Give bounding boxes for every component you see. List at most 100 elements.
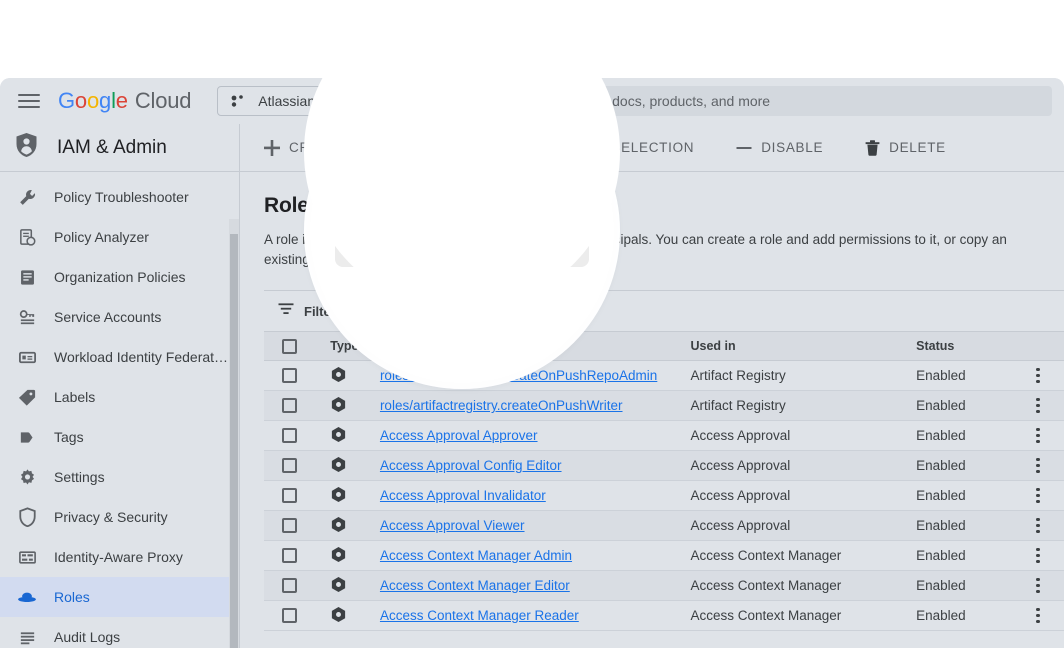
sidebar-nav-list: Policy Troubleshooter Policy Analyzer Or…	[0, 172, 239, 648]
sidebar: IAM & Admin Policy Troubleshooter Policy…	[0, 124, 240, 648]
table-body: roles/artifactregistry.createOnPushRepoA…	[264, 360, 1064, 631]
sidebar-item-service-accounts[interactable]: Service Accounts	[0, 297, 239, 337]
row-checkbox[interactable]	[282, 458, 297, 473]
document-lines-icon	[16, 266, 38, 288]
kebab-menu-icon[interactable]	[1030, 577, 1046, 594]
table-row[interactable]: Access Context Manager Editor Access Cont…	[264, 570, 1064, 601]
sidebar-item-settings[interactable]: Settings	[0, 457, 239, 497]
row-checkbox[interactable]	[282, 548, 297, 563]
sidebar-item-policy-analyzer[interactable]: Policy Analyzer	[0, 217, 239, 257]
row-title-cell: Access Approval Invalidator	[379, 480, 691, 511]
row-used-in-cell: Access Context Manager	[690, 600, 917, 631]
sidebar-scrollbar-thumb[interactable]	[230, 234, 238, 648]
table-row[interactable]: Access Context Manager Reader Access Cont…	[264, 600, 1064, 631]
row-actions-cell	[1030, 390, 1064, 421]
role-title-link[interactable]: Access Approval Approver	[380, 428, 538, 443]
logo-letter-g2: g	[99, 88, 112, 113]
kebab-menu-icon[interactable]	[1030, 607, 1046, 624]
role-title-link[interactable]: Access Context Manager Editor	[380, 578, 570, 593]
row-checkbox[interactable]	[282, 398, 297, 413]
role-title-link[interactable]: Access Context Manager Admin	[380, 548, 572, 563]
delete-button[interactable]: DELETE	[855, 132, 956, 164]
google-cloud-logo[interactable]: Google Cloud	[58, 88, 191, 114]
sidebar-item-label: Settings	[54, 469, 105, 485]
sidebar-item-policy-troubleshooter[interactable]: Policy Troubleshooter	[0, 177, 239, 217]
shield-person-icon	[14, 132, 39, 163]
sidebar-item-label: Policy Analyzer	[54, 229, 149, 245]
sidebar-item-label: Policy Troubleshooter	[54, 189, 189, 205]
row-type-cell	[330, 360, 380, 391]
role-hexagon-icon	[330, 396, 347, 416]
row-used-in-cell: Access Context Manager	[690, 540, 917, 571]
table-row[interactable]: Access Context Manager Admin Access Conte…	[264, 540, 1064, 571]
kebab-menu-icon[interactable]	[1030, 487, 1046, 504]
role-title-link[interactable]: Access Context Manager Reader	[380, 608, 579, 623]
row-select-cell	[264, 480, 331, 511]
row-select-cell	[264, 540, 331, 571]
kebab-menu-icon[interactable]	[1030, 457, 1046, 474]
row-actions-cell	[1030, 480, 1064, 511]
sidebar-title[interactable]: IAM & Admin	[0, 124, 239, 172]
row-checkbox[interactable]	[282, 518, 297, 533]
sidebar-item-identity-aware-proxy[interactable]: Identity-Aware Proxy	[0, 537, 239, 577]
zoomed-create-role-button[interactable]: CREATE ROLE	[335, 198, 589, 267]
wrench-icon	[16, 186, 38, 208]
row-select-cell	[264, 510, 331, 541]
logo-letter-o1: o	[74, 88, 87, 113]
role-title-link[interactable]: roles/artifactregistry.createOnPushWrite…	[380, 398, 623, 413]
role-hexagon-icon	[330, 426, 347, 446]
sidebar-item-label: Identity-Aware Proxy	[54, 549, 183, 565]
sidebar-item-tags[interactable]: Tags	[0, 417, 239, 457]
delete-label: DELETE	[889, 140, 946, 155]
table-row[interactable]: Access Approval Approver Access Approval E…	[264, 420, 1064, 451]
sidebar-item-labels[interactable]: Labels	[0, 377, 239, 417]
kebab-menu-icon[interactable]	[1030, 517, 1046, 534]
kebab-menu-icon[interactable]	[1030, 367, 1046, 384]
magnifier-overlay: CREATE ROLE	[310, 79, 614, 383]
role-title-link[interactable]: Access Approval Invalidator	[380, 488, 546, 503]
row-used-in-cell: Access Approval	[690, 420, 917, 451]
project-dots-icon	[230, 93, 246, 109]
role-hexagon-icon	[330, 546, 347, 566]
logo-letter-o2: o	[86, 88, 100, 113]
column-header-used-in[interactable]: Used in	[690, 331, 917, 361]
row-checkbox[interactable]	[282, 578, 297, 593]
table-row[interactable]: Access Approval Viewer Access Approval Ena…	[264, 510, 1064, 541]
row-title-cell: Access Approval Approver	[379, 420, 691, 451]
role-title-link[interactable]: Access Approval Config Editor	[380, 458, 562, 473]
row-title-cell: roles/artifactregistry.createOnPushWrite…	[379, 390, 691, 421]
sidebar-item-organization-policies[interactable]: Organization Policies	[0, 257, 239, 297]
sidebar-item-label: Audit Logs	[54, 629, 121, 645]
select-all-checkbox[interactable]	[282, 338, 297, 354]
table-row[interactable]: roles/artifactregistry.createOnPushWrite…	[264, 390, 1064, 421]
select-all-header	[264, 331, 331, 361]
filter-icon[interactable]	[278, 302, 294, 321]
row-checkbox[interactable]	[282, 428, 297, 443]
sidebar-item-roles[interactable]: Roles	[0, 577, 239, 617]
sidebar-item-label: Labels	[54, 389, 96, 405]
table-row[interactable]: Access Approval Invalidator Access Approv…	[264, 480, 1064, 511]
sidebar-item-workload-identity-federation[interactable]: Workload Identity Federat…	[0, 337, 239, 377]
roles-hat-icon	[16, 586, 38, 608]
role-title-link[interactable]: Access Approval Viewer	[380, 518, 525, 533]
kebab-menu-icon[interactable]	[1030, 397, 1046, 414]
disable-button[interactable]: DISABLE	[726, 132, 833, 164]
row-actions-cell	[1030, 420, 1064, 451]
kebab-menu-icon[interactable]	[1030, 547, 1046, 564]
row-used-in-cell: Access Context Manager	[690, 570, 917, 601]
column-header-status[interactable]: Status	[916, 331, 1030, 361]
disable-label: DISABLE	[761, 140, 824, 155]
row-status-cell: Enabled	[916, 450, 1030, 481]
hamburger-icon[interactable]	[18, 89, 42, 113]
row-select-cell	[264, 570, 331, 601]
row-checkbox[interactable]	[282, 368, 297, 383]
minus-icon	[736, 140, 752, 156]
kebab-menu-icon[interactable]	[1030, 427, 1046, 444]
row-select-cell	[264, 600, 331, 631]
sidebar-item-privacy-security[interactable]: Privacy & Security	[0, 497, 239, 537]
row-checkbox[interactable]	[282, 608, 297, 623]
sidebar-item-audit-logs[interactable]: Audit Logs	[0, 617, 239, 648]
table-row[interactable]: Access Approval Config Editor Access Appr…	[264, 450, 1064, 481]
row-checkbox[interactable]	[282, 488, 297, 503]
tag-icon	[16, 426, 38, 448]
